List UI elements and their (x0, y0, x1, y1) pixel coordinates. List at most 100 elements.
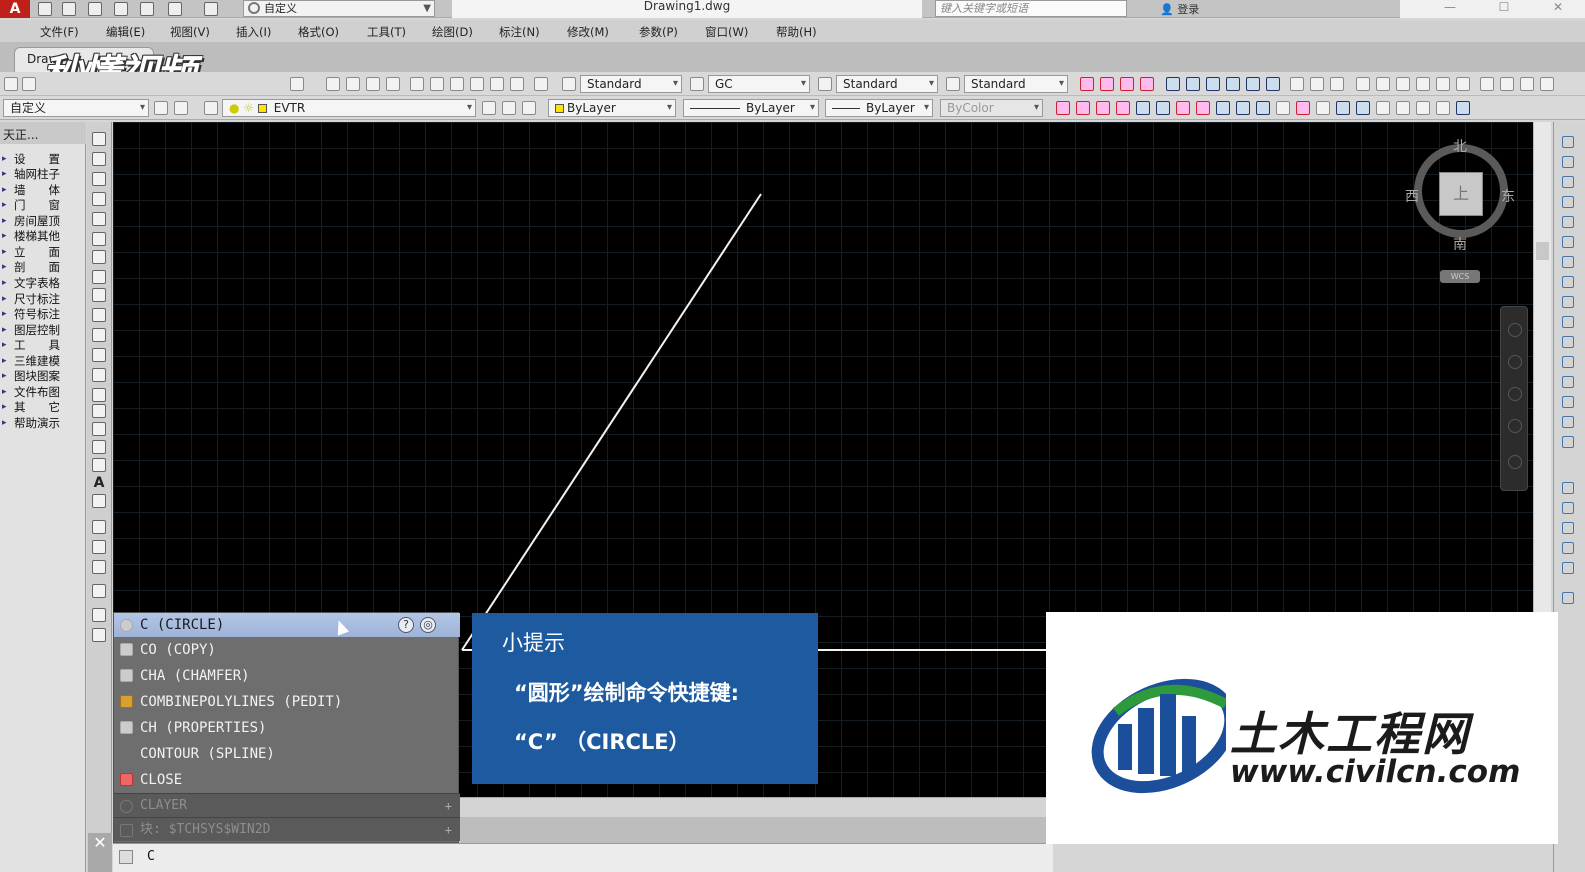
revision-cloud-icon[interactable] (92, 270, 106, 284)
tz-item-block-pattern[interactable]: 图块图案 (0, 369, 86, 384)
help-icon[interactable]: ? (398, 617, 414, 633)
autocomplete-item-copy[interactable]: CO (COPY) (114, 637, 460, 663)
menu-help[interactable]: 帮助(H) (776, 24, 817, 40)
tz-wall-icon[interactable] (1120, 77, 1134, 91)
modify-1-icon[interactable] (92, 520, 106, 534)
modify-2-icon[interactable] (92, 540, 106, 554)
polygon-icon[interactable] (92, 192, 106, 206)
tz-stair-2-icon[interactable] (1376, 77, 1390, 91)
autocomplete-item-close[interactable]: CLOSE (114, 767, 460, 793)
modify-3-icon[interactable] (92, 560, 106, 574)
markup-icon[interactable] (490, 77, 504, 91)
internet-search-icon[interactable]: ◎ (420, 617, 436, 633)
extend-icon[interactable] (1562, 336, 1574, 348)
dim-quick-icon[interactable] (1562, 592, 1574, 604)
zoom-nav-icon[interactable] (1508, 387, 1522, 401)
tz-item-file-layout[interactable]: 文件布图 (0, 385, 86, 400)
mleader-style-icon[interactable] (946, 77, 960, 91)
tz-stair-3-icon[interactable] (1396, 77, 1410, 91)
copy-icon[interactable] (1562, 156, 1574, 168)
maximize-button[interactable]: ☐ (1484, 0, 1524, 18)
tz-tool-5-icon[interactable] (1136, 101, 1150, 115)
tz-globe-icon[interactable] (1456, 101, 1470, 115)
showmotion-icon[interactable] (1508, 455, 1522, 469)
trim-icon[interactable] (1562, 316, 1574, 328)
tz-dim-4-icon[interactable] (1226, 77, 1240, 91)
dim-style-select[interactable]: GC ▾ (708, 75, 810, 93)
tz-text-2-icon[interactable] (1310, 77, 1324, 91)
ellipse-arc-icon[interactable] (92, 328, 106, 342)
table-style-icon[interactable] (818, 77, 832, 91)
tz-item-dimension[interactable]: 尺寸标注 (0, 292, 86, 307)
autocomplete-item-chamfer[interactable]: CHA (CHAMFER) (114, 663, 460, 689)
tool-palettes-icon[interactable] (450, 77, 464, 91)
tz-item-stairs[interactable]: 楼梯其他 (0, 229, 86, 244)
autocomplete-item-circle[interactable]: C (CIRCLE) ? ◎ (114, 613, 460, 637)
modify-4-icon[interactable] (92, 584, 106, 598)
tz-item-text-table[interactable]: 文字表格 (0, 276, 86, 291)
command-line[interactable]: C (113, 843, 1053, 872)
layer-state-icon[interactable] (522, 101, 536, 115)
rectangle-icon[interactable] (92, 212, 106, 226)
lineweight-select[interactable]: ByLayer ▾ (825, 99, 933, 117)
tz-item-tools[interactable]: 工 具 (0, 338, 86, 353)
compass-east[interactable]: 东 (1501, 186, 1515, 206)
menu-view[interactable]: 视图(V) (170, 24, 210, 40)
tz-item-room-roof[interactable]: 房间屋顶 (0, 214, 86, 229)
modify-6-icon[interactable] (92, 628, 106, 642)
layer-select[interactable]: ● ☼ EVTR ▾ (222, 99, 476, 117)
new-file-icon[interactable] (38, 2, 52, 16)
add-selected-icon[interactable] (92, 494, 106, 508)
polyline-icon[interactable] (92, 172, 106, 186)
tz-text-icon[interactable] (1290, 77, 1304, 91)
tz-tool-11-icon[interactable] (1256, 101, 1270, 115)
close-button[interactable]: ✕ (1538, 0, 1578, 18)
tz-tool-3-icon[interactable] (1096, 101, 1110, 115)
new-icon[interactable] (4, 77, 18, 91)
workspace-settings-icon[interactable] (154, 101, 168, 115)
break-icon[interactable] (1562, 356, 1574, 368)
table-style-select[interactable]: Standard ▾ (836, 75, 938, 93)
layer-previous-icon[interactable] (482, 101, 496, 115)
tz-room-icon[interactable] (1456, 77, 1470, 91)
construction-line-icon[interactable] (92, 152, 106, 166)
command-line-close-icon[interactable]: ✕ (88, 833, 112, 872)
scrollbar-thumb[interactable] (1536, 242, 1549, 260)
layer-manager-icon[interactable] (204, 101, 218, 115)
fillet-icon[interactable] (1562, 416, 1574, 428)
menu-dimension[interactable]: 标注(N) (499, 24, 540, 40)
tz-item-axis-column[interactable]: 轴网柱子 (0, 167, 86, 182)
calculator-icon[interactable] (510, 77, 524, 91)
ellipse-icon[interactable] (92, 308, 106, 322)
tz-stair-icon[interactable] (1356, 77, 1370, 91)
tz-dim-6-icon[interactable] (1266, 77, 1280, 91)
tianzheng-panel-header[interactable]: 天正... (0, 122, 86, 144)
command-prompt-icon[interactable] (119, 850, 133, 864)
redo-icon[interactable] (204, 2, 218, 16)
compass-north[interactable]: 北 (1453, 136, 1467, 156)
tz-item-wall[interactable]: 墙 体 (0, 183, 86, 198)
menu-edit[interactable]: 编辑(E) (106, 24, 145, 40)
tz-item-door-window[interactable]: 门 窗 (0, 198, 86, 213)
tz-compass-icon[interactable] (1436, 101, 1450, 115)
tz-door-icon[interactable] (1140, 77, 1154, 91)
multiline-text-icon[interactable]: A (92, 476, 106, 490)
zoom-previous-icon[interactable] (386, 77, 400, 91)
tz-circle-icon[interactable] (1416, 77, 1430, 91)
stretch-icon[interactable] (1562, 296, 1574, 308)
design-center-icon[interactable] (430, 77, 444, 91)
modify-5-icon[interactable] (92, 608, 106, 622)
mirror-icon[interactable] (1562, 176, 1574, 188)
help-icon[interactable] (534, 77, 548, 91)
menu-parametric[interactable]: 参数(P) (639, 24, 678, 40)
tz-item-3d-model[interactable]: 三维建模 (0, 354, 86, 369)
tz-column-icon[interactable] (1100, 77, 1114, 91)
array-icon[interactable] (1562, 216, 1574, 228)
tz-tool-19-icon[interactable] (1416, 101, 1430, 115)
zoom-realtime-icon[interactable] (346, 77, 360, 91)
autocomplete-item-spline[interactable]: CONTOUR (SPLINE) (114, 741, 460, 767)
dim-angular-icon[interactable] (1562, 562, 1574, 574)
line-icon[interactable] (92, 132, 106, 146)
tz-dim-icon[interactable] (1166, 77, 1180, 91)
tz-item-elevation[interactable]: 立 面 (0, 245, 86, 260)
